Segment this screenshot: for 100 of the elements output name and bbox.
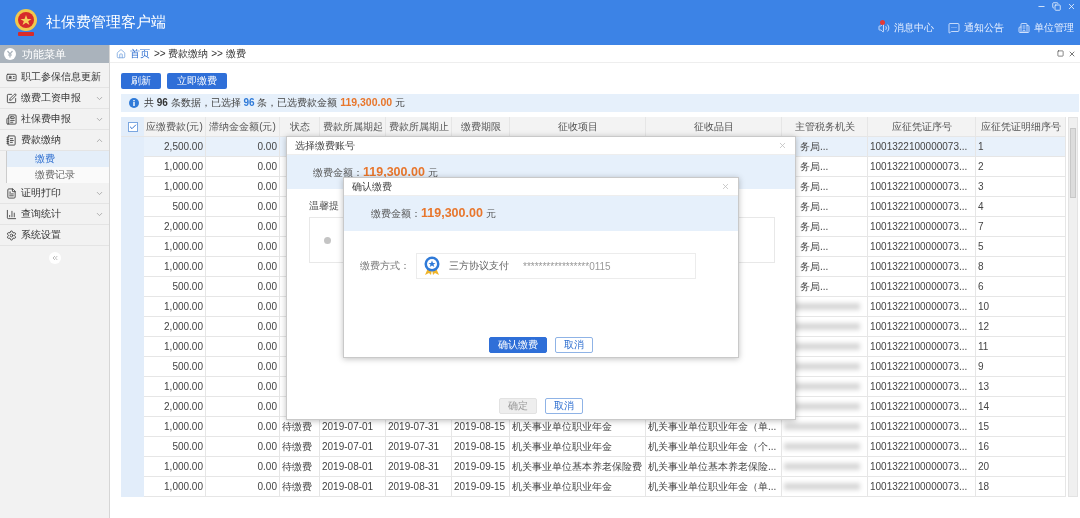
table-cell: 0.00 [257,181,277,192]
dialog-title: 确认缴费 [352,179,392,194]
table-cell: 0.00 [257,241,277,252]
table-cell: 2,500.00 [164,141,203,152]
table-cell: 1,000.00 [164,341,203,352]
table-cell: 1,000.00 [164,301,203,312]
table-cell: 务局... [800,199,829,214]
table-cell: 1,000.00 [164,481,203,492]
table-cell: 0.00 [257,141,277,152]
table-cell: 0.00 [257,481,277,492]
column-header: 费款所属期起 [322,119,383,134]
table-cell: 待缴费 [282,439,312,454]
table-cell: 1001322100000073... [870,301,968,312]
table-cell: 1001322100000073... [870,201,968,212]
table-cell: 待缴费 [282,459,312,474]
tip-text: 温馨提 [309,199,339,213]
table-cell: 2,000.00 [164,321,203,332]
column-header: 缴费期限 [460,119,501,134]
column-header: 征收品目 [693,119,734,134]
table-cell: 10 [978,301,990,312]
payment-method: 三方协议支付 [449,259,509,273]
table-cell: 500.00 [172,201,203,212]
table-cell: 务局... [800,279,829,294]
table-cell: 2019-08-01 [322,481,374,492]
table-cell: 1001322100000073... [870,361,968,372]
table-cell: 2019-08-15 [454,421,506,432]
table-cell: 0.00 [257,381,277,392]
table-cell: 11 [978,341,989,352]
table-cell: 0.00 [257,161,277,172]
column-header: 征收项目 [557,119,598,134]
table-cell: 5 [978,241,984,252]
table-cell: 15 [978,421,990,432]
table-cell: 2,000.00 [164,401,203,412]
table-cell: 2019-08-15 [454,441,506,452]
table-cell: 0.00 [257,421,277,432]
table-cell: 12 [978,321,990,332]
table-cell: 务局... [800,259,829,274]
table-cell: 0.00 [257,221,277,232]
dialog-title: 选择缴费账号 [295,138,355,153]
column-header: 应缴费款(元) [146,119,203,134]
breadcrumb-text: >> 费款缴纳 >> 缴费 [154,46,246,61]
column-header: 滞纳金金额(元) [209,119,276,134]
table-cell: 1,000.00 [164,241,203,252]
table-cell: 2019-07-31 [388,441,440,452]
table-cell: 1001322100000073... [870,181,968,192]
table-cell: 6 [978,281,984,292]
table-cell: 2019-07-01 [322,441,374,452]
table-cell: 0.00 [257,461,277,472]
payment-amount: 缴费金额：119,300.00 元 [313,164,438,180]
table-cell: 1001322100000073... [870,281,968,292]
table-cell: 9 [978,361,984,372]
table-cell: 务局... [800,239,829,254]
table-cell: 务局... [800,179,829,194]
table-cell: 8 [978,261,984,272]
table-cell: 3 [978,181,984,192]
table-cell: 14 [978,401,990,412]
table-cell: 0.00 [257,301,277,312]
table-cell: 1001322100000073... [870,461,968,472]
selection-summary: 共 96 条数据，已选择 96 条，已选费款金额 119,300.00 元 [144,96,405,110]
table-cell: 7 [978,221,984,232]
table-cell: 1001322100000073... [870,241,968,252]
table-cell: 0.00 [257,261,277,272]
table-cell: 1001322100000073... [870,141,968,152]
table-cell: 2019-07-01 [322,421,374,432]
table-cell: 2019-08-31 [388,461,440,472]
table-cell: 0.00 [257,401,277,412]
table-cell: 1,000.00 [164,421,203,432]
payment-amount: 缴费金额：119,300.00 元 [371,206,496,221]
table-cell: 500.00 [172,441,203,452]
field-label: 缴费方式： [360,259,410,273]
table-cell: 1001322100000073... [870,341,968,352]
table-cell: 机关事业单位职业年金 [512,439,612,454]
table-cell: 1001322100000073... [870,441,968,452]
table-cell: 1001322100000073... [870,401,968,412]
table-cell: 1,000.00 [164,461,203,472]
column-header: 应征凭证明细序号 [980,119,1061,134]
column-header: 状态 [289,119,310,134]
table-cell: 2019-09-15 [454,461,506,472]
table-cell: 1001322100000073... [870,421,968,432]
table-cell: 1001322100000073... [870,321,968,332]
table-cell: 1001322100000073... [870,261,968,272]
table-cell: 1,000.00 [164,161,203,172]
table-cell: 0.00 [257,441,277,452]
table-cell: 18 [978,481,990,492]
table-cell: 20 [978,461,990,472]
table-cell: 机关事业单位职业年金（个... [648,439,777,454]
table-cell: 0.00 [257,321,277,332]
table-cell: 500.00 [172,361,203,372]
table-cell: 1,000.00 [164,381,203,392]
table-cell: 0.00 [257,201,277,212]
table-cell: 16 [978,441,990,452]
table-cell: 机关事业单位基本养老保险... [648,459,777,474]
table-cell: 机关事业单位职业年金 [512,479,612,494]
table-cell: 1001322100000073... [870,221,968,232]
table-cell: 1001322100000073... [870,381,968,392]
table-cell: 机关事业单位职业年金（单... [648,419,777,434]
table-cell: 4 [978,201,984,212]
table-cell: 1001322100000073... [870,161,968,172]
table-cell: 2 [978,161,984,172]
app-title: 社保费管理客户端 [46,13,166,32]
